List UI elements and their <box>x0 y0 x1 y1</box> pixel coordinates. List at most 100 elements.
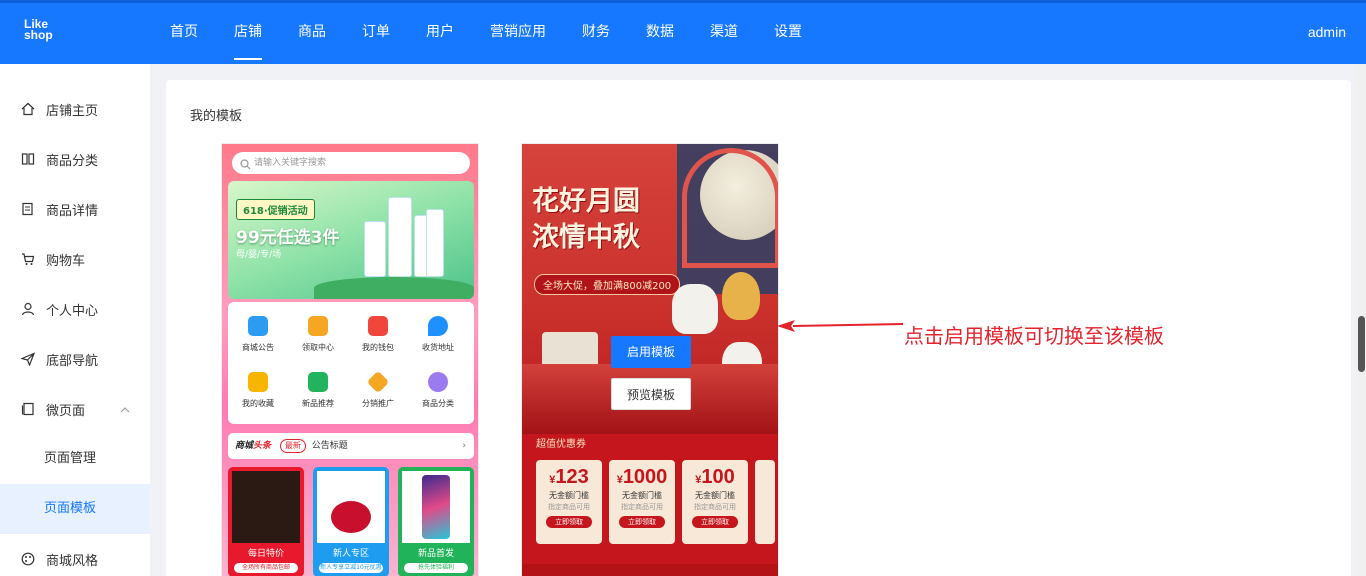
sidebar-item-label: 购物车 <box>46 253 86 269</box>
nav-users[interactable]: 用户 <box>408 3 472 64</box>
festival-title: 花好月圆 浓情中秋 <box>532 186 640 253</box>
sidebar-item-profile[interactable]: 个人中心 <box>0 284 150 334</box>
sidebar-item-category[interactable]: 商品分类 <box>0 134 150 184</box>
coupon-card[interactable]: ¥123 无金额门槛 指定商品可用 立即领取 <box>536 460 602 544</box>
template-card-mid-autumn[interactable]: 花好月圆 浓情中秋 全场大促，叠加满800减200 启用模板 预览模板 超值优惠… <box>521 143 779 576</box>
quick-menu-label: 领取中心 <box>302 343 334 352</box>
sidebar-item-label: 微页面 <box>46 403 86 419</box>
rabbit-image <box>672 284 718 334</box>
nav-marketing[interactable]: 营销应用 <box>472 3 564 64</box>
preview-template-button[interactable]: 预览模板 <box>611 378 691 410</box>
sidebar-subitem-page-template[interactable]: 页面模板 <box>0 484 150 534</box>
coupon-scope: 指定商品可用 <box>694 503 736 511</box>
quick-menu-item[interactable]: 领取中心 <box>293 316 343 353</box>
sidebar-item-mall-style[interactable]: 商城风格 <box>0 534 150 576</box>
top-bar: Like shop 首页 店铺 商品 订单 用户 营销应用 财务 数据 渠道 设… <box>0 0 1366 64</box>
chevron-up-icon <box>120 403 130 418</box>
star-icon <box>248 372 268 392</box>
product-card-new-arrival[interactable]: 新品首发 抢先体验福利 <box>398 467 474 576</box>
claim-coupon-button[interactable]: 立即领取 <box>692 516 738 528</box>
coupon-scope: 指定商品可用 <box>621 503 663 511</box>
category-icon <box>428 372 448 392</box>
annotation-arrow-icon <box>777 320 904 332</box>
product-label: 每日特价 <box>247 549 284 559</box>
scrollbar-thumb[interactable] <box>1358 316 1365 372</box>
sidebar-item-cart[interactable]: 购物车 <box>0 234 150 284</box>
nav-settings[interactable]: 设置 <box>756 3 820 64</box>
coupon-card[interactable]: ¥100 无金额门槛 指定商品可用 立即领取 <box>682 460 748 544</box>
page-scrollbar[interactable] <box>1356 64 1366 576</box>
quick-menu-item[interactable]: 商品分类 <box>413 372 463 409</box>
quick-menu-item[interactable]: 新品推荐 <box>293 372 343 409</box>
quick-menu-item[interactable]: 分销推广 <box>353 370 403 409</box>
sidebar-item-label: 底部导航 <box>46 353 99 369</box>
sidebar: 店铺主页 商品分类 商品详情 购物车 个人中心 底部导航 微页面 页面管理 页面… <box>0 64 150 576</box>
nav-orders[interactable]: 订单 <box>344 3 408 64</box>
sidebar-subitem-page-manage[interactable]: 页面管理 <box>0 434 150 484</box>
quick-menu-label: 分销推广 <box>362 399 394 408</box>
diamond-icon <box>366 370 390 394</box>
coupon-card-partial <box>755 460 775 544</box>
chevron-right-icon: › <box>462 441 466 451</box>
quick-menu-item[interactable]: 我的收藏 <box>233 372 283 409</box>
columns-icon <box>20 151 36 167</box>
promo-banner: 618·促销活动 99元任选3件 母/婴/专/场 <box>228 181 474 299</box>
quick-menu-label: 商品分类 <box>422 399 454 408</box>
app-logo[interactable]: Like shop <box>24 18 60 47</box>
announcement-icon <box>248 316 268 336</box>
sidebar-item-label: 商品详情 <box>46 203 99 219</box>
logo-line2: shop <box>24 28 53 42</box>
claim-coupon-button[interactable]: 立即领取 <box>546 516 592 528</box>
coupon-scope: 指定商品可用 <box>548 503 590 511</box>
quick-menu-label: 我的收藏 <box>242 399 274 408</box>
nav-finance[interactable]: 财务 <box>564 3 628 64</box>
nav-home[interactable]: 首页 <box>152 3 216 64</box>
product-card-newcomer[interactable]: 新人专区 新人专享立减10元优惠 <box>313 467 389 576</box>
coupon-condition: 无金额门槛 <box>549 491 589 500</box>
detail-icon <box>20 201 36 217</box>
use-template-button[interactable]: 启用模板 <box>611 336 691 368</box>
claim-coupon-button[interactable]: 立即领取 <box>619 516 665 528</box>
quick-menu-label: 商城公告 <box>242 343 274 352</box>
news-ticker[interactable]: 商城头条 最新 公告标题 › <box>228 433 474 459</box>
quick-menu-item[interactable]: 商城公告 <box>233 316 283 353</box>
main-nav: 首页 店铺 商品 订单 用户 营销应用 财务 数据 渠道 设置 <box>152 3 820 64</box>
news-text: 公告标题 <box>311 441 348 451</box>
product-image <box>402 471 470 543</box>
sidebar-item-micro-page[interactable]: 微页面 <box>0 384 150 434</box>
news-badge: 最新 <box>279 439 306 453</box>
sidebar-item-label: 商品分类 <box>46 153 99 169</box>
sidebar-item-store-home[interactable]: 店铺主页 <box>0 84 150 134</box>
lantern-image <box>722 272 760 320</box>
product-image <box>317 471 385 543</box>
user-menu[interactable]: admin <box>1308 3 1346 61</box>
sidebar-item-product-detail[interactable]: 商品详情 <box>0 184 150 234</box>
sidebar-item-label: 商城风格 <box>46 553 99 569</box>
nav-channel[interactable]: 渠道 <box>692 3 756 64</box>
news-brand: 商城头条 <box>235 441 272 451</box>
quick-menu-label: 我的钱包 <box>362 343 394 352</box>
coupon-amount: ¥123 <box>549 466 589 488</box>
product-card-daily-deal[interactable]: 每日特价 全场所有商品包邮 <box>228 467 304 576</box>
festival-promo: 全场大促，叠加满800减200 <box>534 274 681 295</box>
search-placeholder: 请输入关键字搜索 <box>254 158 327 168</box>
nav-store[interactable]: 店铺 <box>216 3 280 64</box>
sidebar-item-bottom-nav[interactable]: 底部导航 <box>0 334 150 384</box>
coupon-card[interactable]: ¥1000 无金额门槛 指定商品可用 立即领取 <box>609 460 675 544</box>
nav-data[interactable]: 数据 <box>628 3 692 64</box>
sidebar-item-label: 店铺主页 <box>46 103 99 119</box>
quick-menu-item[interactable]: 收货地址 <box>413 316 463 353</box>
product-label: 新品首发 <box>417 549 454 559</box>
template-card-mall[interactable]: 请输入关键字搜索 618·促销活动 99元任选3件 母/婴/专/场 商城公告 领… <box>221 143 479 576</box>
template-search-bar: 请输入关键字搜索 <box>232 152 470 174</box>
send-icon <box>20 351 36 367</box>
coupon-section-title: 超值优惠券 <box>536 439 586 450</box>
quick-menu-item[interactable]: 我的钱包 <box>353 316 403 353</box>
window-frame <box>682 148 778 268</box>
wallet-icon <box>368 316 388 336</box>
cart-icon <box>20 251 36 267</box>
product-pill: 全场所有商品包邮 <box>234 563 298 573</box>
nav-goods[interactable]: 商品 <box>280 3 344 64</box>
coupon-amount: ¥100 <box>695 466 735 488</box>
product-bottle <box>364 221 386 277</box>
